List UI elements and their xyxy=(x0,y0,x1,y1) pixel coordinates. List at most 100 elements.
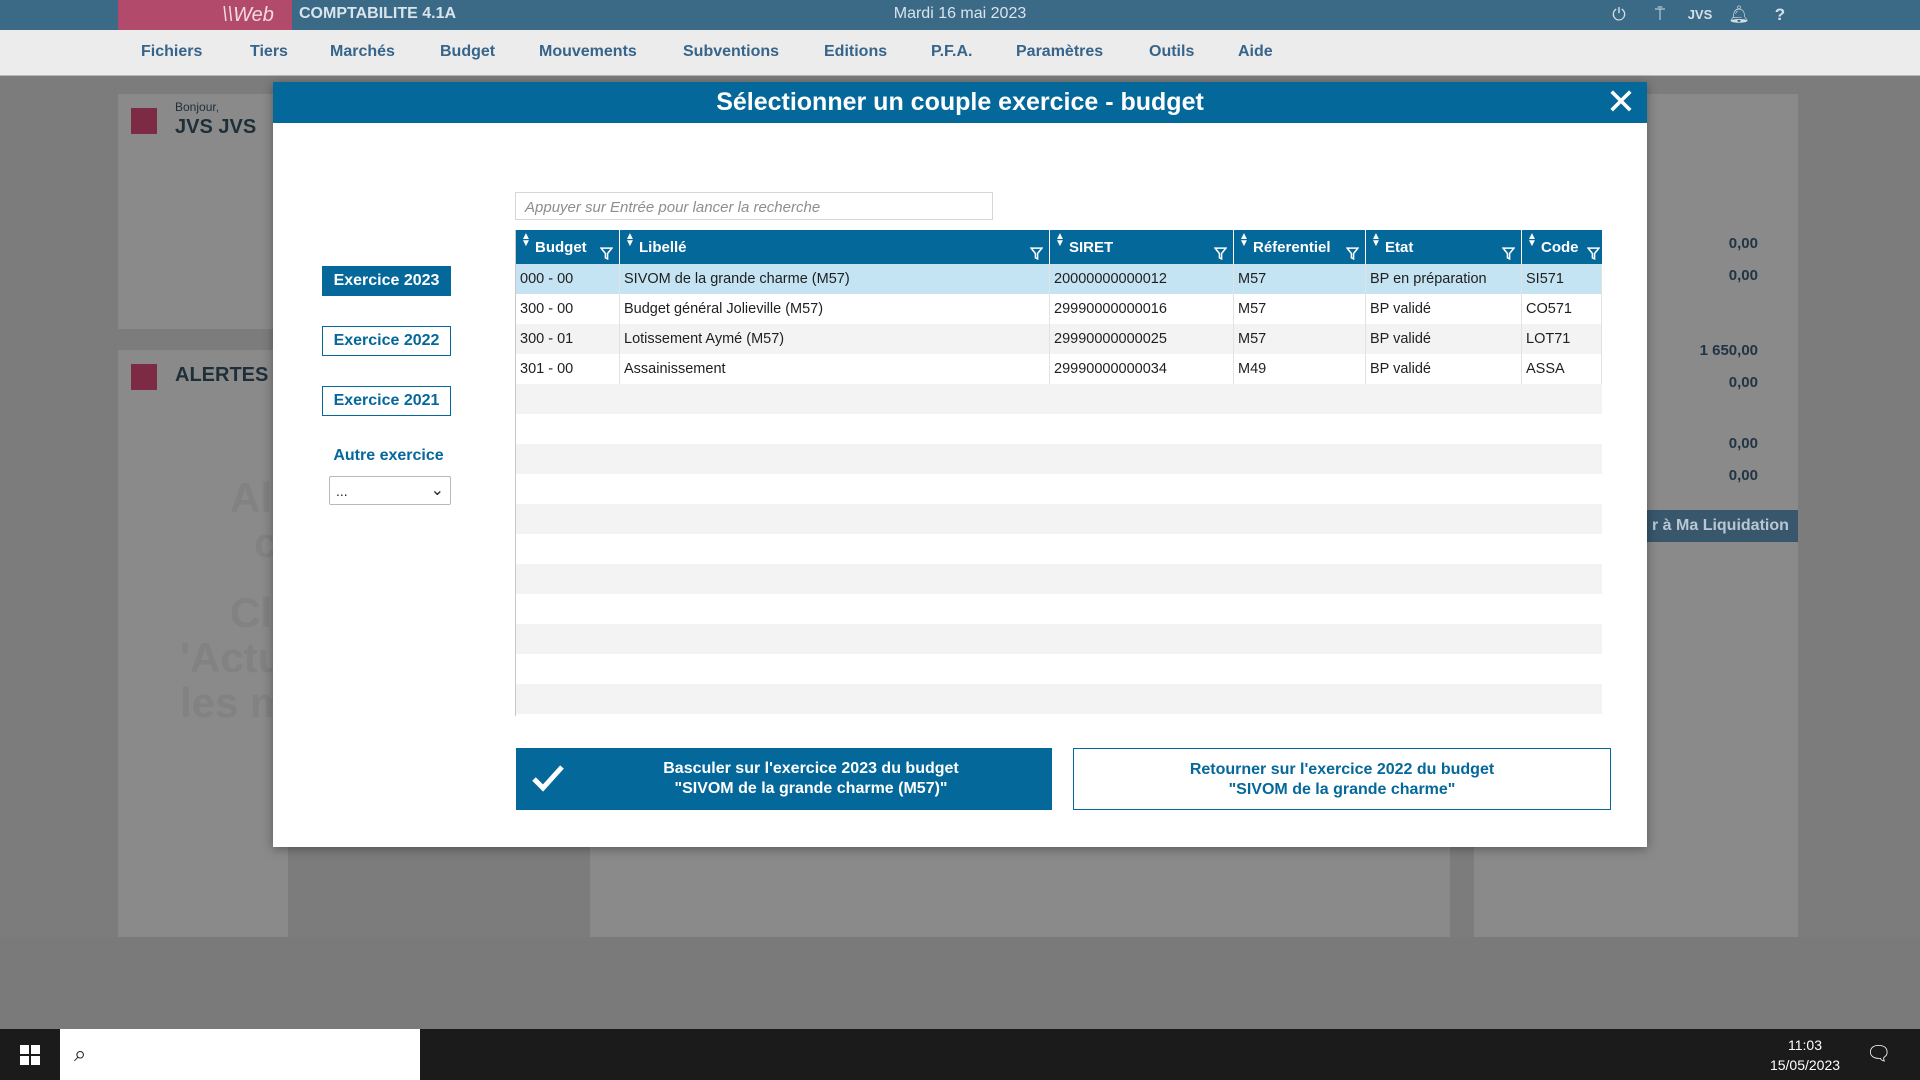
sort-icon[interactable]: ▲ ▼ xyxy=(1239,232,1249,249)
app-topbar: \\Web COMPTABILITE 4.1A Mardi 16 mai 202… xyxy=(0,0,1920,30)
switch-exercise-button[interactable]: Basculer sur l'exercice 2023 du budget "… xyxy=(516,748,1052,810)
center-panel xyxy=(590,845,1450,937)
exercise-2022-button[interactable]: Exercice 2022 xyxy=(322,326,451,356)
alerts-marker xyxy=(131,364,157,390)
cell-libelle: Assainissement xyxy=(620,354,1050,384)
system-clock[interactable]: 11:03 15/05/2023 xyxy=(1760,1035,1850,1075)
empty-row xyxy=(516,564,1602,594)
liquidation-button: r à Ma Liquidation xyxy=(1640,510,1798,542)
notification-icon[interactable]: 🗨︎ xyxy=(1866,1041,1891,1065)
column-budget[interactable]: ▲ ▼ Budget xyxy=(516,230,620,264)
filter-icon[interactable] xyxy=(1587,247,1600,260)
windows-taskbar: ⌕ 11:03 15/05/2023 🗨︎ xyxy=(0,1029,1920,1080)
other-exercise-label: Autre exercice xyxy=(333,447,444,464)
faint-text-3: Cl xyxy=(230,589,272,636)
alerts-title: ALERTES xyxy=(175,364,269,386)
column-label: Libellé xyxy=(639,239,687,256)
column-label: Code xyxy=(1541,239,1579,256)
table-row[interactable]: 301 - 00 Assainissement 29990000000034 M… xyxy=(516,354,1602,384)
sort-icon[interactable]: ▲ ▼ xyxy=(521,232,531,249)
cell-siret: 20000000000012 xyxy=(1050,264,1234,294)
faint-text-5: les m xyxy=(180,679,288,726)
filter-icon[interactable] xyxy=(1346,247,1359,260)
table-row[interactable]: 300 - 01 Lotissement Aymé (M57) 29990000… xyxy=(516,324,1602,354)
main-menu: Fichiers Tiers Marchés Budget Mouvements… xyxy=(0,30,1920,76)
alerts-panel: ALERTES Al c Cl 'Actu les m xyxy=(118,350,288,940)
column-etat[interactable]: ▲ ▼ Etat xyxy=(1366,230,1522,264)
jvs-icon[interactable]: JVS xyxy=(1687,2,1713,28)
exercise-2023-button[interactable]: Exercice 2023 xyxy=(322,266,451,296)
menu-tiers[interactable]: Tiers xyxy=(250,43,288,61)
return-exercise-line1: Retourner sur l'exercice 2022 du budget xyxy=(1189,761,1495,778)
return-exercise-button[interactable]: Retourner sur l'exercice 2022 du budget … xyxy=(1073,748,1611,810)
sort-icon[interactable]: ▲ ▼ xyxy=(625,232,635,249)
exercise-2021-button[interactable]: Exercice 2021 xyxy=(322,386,451,416)
cell-budget: 000 - 00 xyxy=(516,264,620,294)
help-icon[interactable]: ? xyxy=(1767,2,1793,28)
column-code[interactable]: ▲ ▼ Code xyxy=(1522,230,1606,264)
column-referentiel[interactable]: ▲ ▼ Réferentiel xyxy=(1234,230,1366,264)
menu-subventions[interactable]: Subventions xyxy=(683,43,779,61)
menu-parametres[interactable]: Paramètres xyxy=(1016,43,1103,61)
start-button[interactable] xyxy=(0,1029,60,1080)
empty-row xyxy=(516,444,1602,474)
menu-outils[interactable]: Outils xyxy=(1149,43,1194,61)
cell-referentiel: M49 xyxy=(1234,354,1366,384)
taskbar-search-input[interactable]: ⌕ xyxy=(60,1029,420,1080)
menu-aide[interactable]: Aide xyxy=(1238,43,1273,61)
faint-text-1: Al xyxy=(230,474,272,521)
sort-icon[interactable]: ▲ ▼ xyxy=(1527,232,1537,249)
other-exercise-value: ... xyxy=(336,483,348,499)
bell-icon[interactable]: 🔔︎ xyxy=(1726,2,1752,28)
welcome-panel: Bonjour, JVS JVS xyxy=(118,94,288,329)
greeting-text: Bonjour, xyxy=(175,100,220,114)
cell-referentiel: M57 xyxy=(1234,324,1366,354)
cell-libelle: SIVOM de la grande charme (M57) xyxy=(620,264,1050,294)
column-libelle[interactable]: ▲ ▼ Libellé xyxy=(620,230,1050,264)
cell-referentiel: M57 xyxy=(1234,264,1366,294)
return-exercise-label: Retourner sur l'exercice 2022 du budget … xyxy=(1074,760,1610,800)
menu-fichiers[interactable]: Fichiers xyxy=(141,43,202,61)
menu-budget[interactable]: Budget xyxy=(440,43,495,61)
other-exercise-select[interactable]: ... ⌄ xyxy=(329,476,451,505)
welcome-marker xyxy=(131,108,157,134)
total-value-1: 0,00 xyxy=(1728,235,1758,252)
filter-icon[interactable] xyxy=(1502,247,1515,260)
sort-icon[interactable]: ▲ ▼ xyxy=(1055,232,1065,249)
budget-table: ▲ ▼ Budget ▲ ▼ Libellé ▲ ▼ SIRET ▲ ▼ Réferen… xyxy=(515,230,1602,716)
menu-marches[interactable]: Marchés xyxy=(330,43,395,61)
menu-editions[interactable]: Editions xyxy=(824,43,887,61)
total-value-6: 0,00 xyxy=(1728,467,1758,484)
budget-exercise-dialog: Sélectionner un couple exercice - budget… xyxy=(273,82,1647,847)
sort-icon[interactable]: ▲ ▼ xyxy=(1371,232,1381,249)
cell-siret: 29990000000034 xyxy=(1050,354,1234,384)
total-value-3: 1 650,00 xyxy=(1699,342,1758,359)
menu-mouvements[interactable]: Mouvements xyxy=(539,43,637,61)
cell-referentiel: M57 xyxy=(1234,294,1366,324)
filter-icon[interactable] xyxy=(1214,247,1227,260)
empty-row xyxy=(516,684,1602,714)
search-input[interactable]: Appuyer sur Entrée pour lancer la recher… xyxy=(515,192,993,220)
column-label: Budget xyxy=(535,239,587,256)
network-icon[interactable]: ⍑ xyxy=(1647,2,1673,28)
close-icon[interactable]: ✕ xyxy=(1605,84,1637,120)
cell-budget: 300 - 00 xyxy=(516,294,620,324)
column-label: Etat xyxy=(1385,239,1414,256)
cell-libelle: Budget général Jolieville (M57) xyxy=(620,294,1050,324)
filter-icon[interactable] xyxy=(600,247,613,260)
power-icon[interactable]: ⏻ xyxy=(1606,2,1632,28)
total-value-2: 0,00 xyxy=(1728,267,1758,284)
empty-row xyxy=(516,474,1602,504)
empty-row xyxy=(516,384,1602,414)
table-row[interactable]: 000 - 00 SIVOM de la grande charme (M57)… xyxy=(516,264,1602,294)
empty-row xyxy=(516,594,1602,624)
cell-libelle: Lotissement Aymé (M57) xyxy=(620,324,1050,354)
menu-pfa[interactable]: P.F.A. xyxy=(931,43,973,61)
windows-icon xyxy=(20,1045,40,1065)
filter-icon[interactable] xyxy=(1030,247,1043,260)
table-row[interactable]: 300 - 00 Budget général Jolieville (M57)… xyxy=(516,294,1602,324)
clock-date: 15/05/2023 xyxy=(1769,1057,1841,1073)
column-siret[interactable]: ▲ ▼ SIRET xyxy=(1050,230,1234,264)
cell-code: LOT71 xyxy=(1522,324,1602,354)
cell-etat: BP validé xyxy=(1366,354,1522,384)
